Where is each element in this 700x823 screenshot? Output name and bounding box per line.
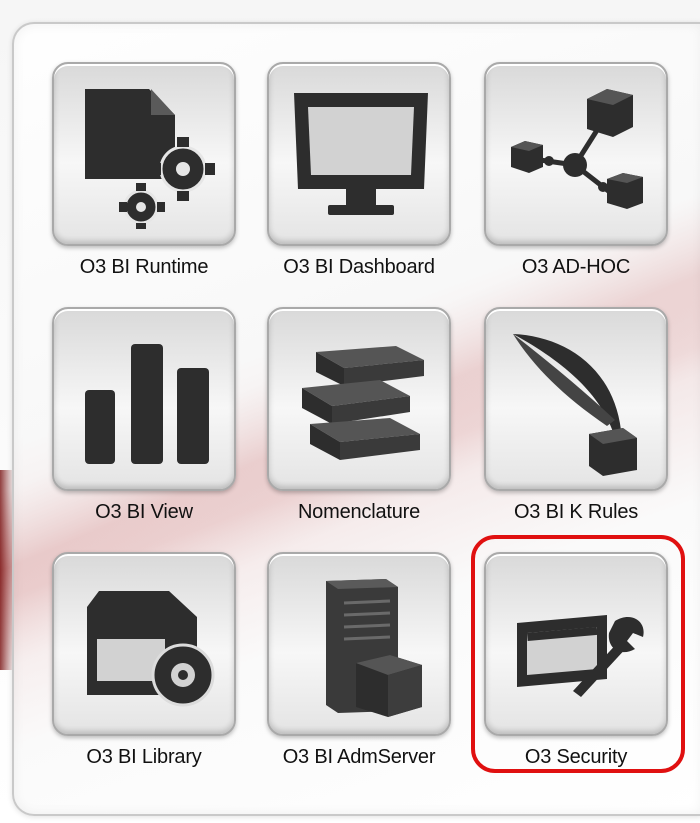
tile-label: O3 BI Library xyxy=(86,746,202,768)
tile-button[interactable] xyxy=(484,552,668,736)
tile-button[interactable] xyxy=(484,62,668,246)
tile-label: O3 AD-HOC xyxy=(521,256,631,278)
tile-button[interactable] xyxy=(267,552,451,736)
quill-inkpot-icon xyxy=(513,334,637,476)
screen-wrench-icon xyxy=(517,615,644,697)
launcher-panel: O3 BI Runtime O3 BI Dashboard O3 AD-HOC … xyxy=(12,22,700,816)
tile-button[interactable] xyxy=(52,307,236,491)
tile-label: O3 BI AdmServer xyxy=(282,746,436,768)
tile-button[interactable] xyxy=(267,62,451,246)
tile-button[interactable] xyxy=(484,307,668,491)
books-stack-icon xyxy=(302,346,424,460)
network-cubes-icon xyxy=(511,89,643,209)
tile-button[interactable] xyxy=(267,307,451,491)
tile-label: O3 BI K Rules xyxy=(513,501,639,523)
tile-label: O3 BI Runtime xyxy=(79,256,209,278)
tile-label: O3 Security xyxy=(524,746,628,768)
library-disc-icon xyxy=(87,591,215,707)
document-gears-icon xyxy=(85,89,215,229)
tile-label: O3 BI View xyxy=(95,501,193,523)
monitor-icon xyxy=(294,93,428,215)
bar-chart-icon xyxy=(85,344,209,464)
tile-button[interactable] xyxy=(52,62,236,246)
tile-label: Nomenclature xyxy=(297,501,421,523)
server-box-icon xyxy=(326,579,422,717)
tile-button[interactable] xyxy=(52,552,236,736)
tile-label: O3 BI Dashboard xyxy=(283,256,435,278)
